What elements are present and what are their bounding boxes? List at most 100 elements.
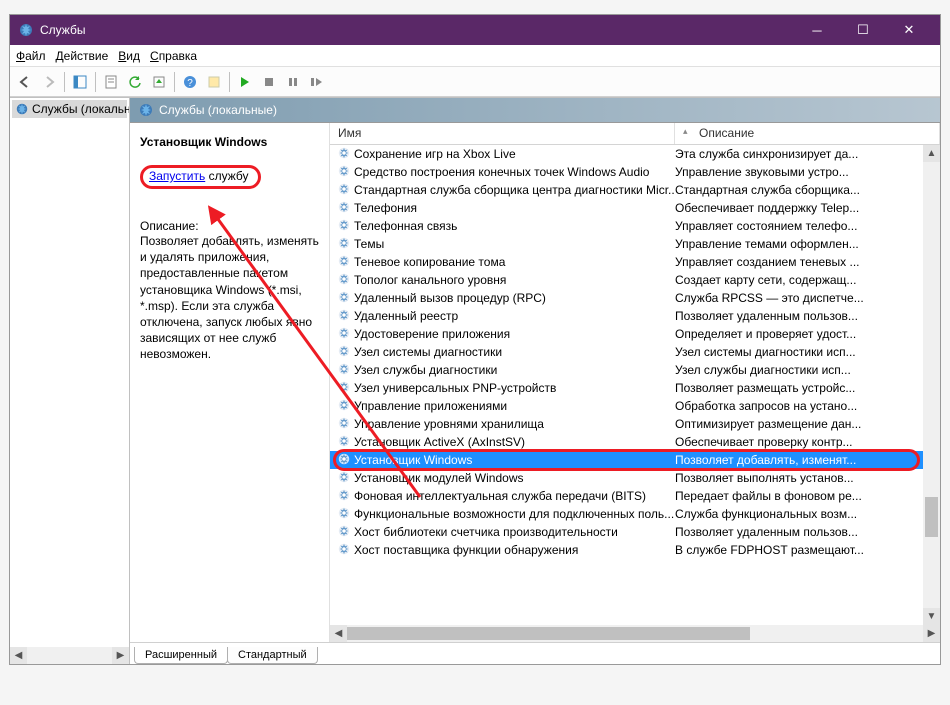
service-row[interactable]: Удаленный вызов процедур (RPC)Служба RPC… xyxy=(330,289,940,307)
tree-hscroll[interactable]: ◀ ▶ xyxy=(10,647,129,664)
service-row[interactable]: Управление приложениямиОбработка запросо… xyxy=(330,397,940,415)
tab-standard[interactable]: Стандартный xyxy=(227,647,318,664)
service-description: Эта служба синхронизирует да... xyxy=(675,147,940,161)
service-row[interactable]: Телефонная связьУправляет состоянием тел… xyxy=(330,217,940,235)
highlight-start-link: Запустить службу xyxy=(140,165,261,189)
gear-icon xyxy=(337,452,351,469)
scroll-right-icon[interactable]: ▶ xyxy=(923,625,940,642)
service-description: Позволяет выполнять установ... xyxy=(675,471,940,485)
start-service-button[interactable] xyxy=(234,71,256,93)
service-description: Стандартная служба сборщика... xyxy=(675,183,940,197)
service-name: Теневое копирование тома xyxy=(354,255,505,269)
menu-view[interactable]: Вид xyxy=(118,49,140,63)
vscroll-thumb[interactable] xyxy=(925,497,938,537)
description-label: Описание: xyxy=(140,219,319,233)
service-row[interactable]: Узел универсальных PNP-устройствПозволяе… xyxy=(330,379,940,397)
gear-icon xyxy=(337,506,351,523)
start-service-link[interactable]: Запустить xyxy=(149,169,205,183)
service-description: В службе FDPHOST размещают... xyxy=(675,543,940,557)
view-tabs: Расширенный Стандартный xyxy=(130,642,940,664)
export-button[interactable] xyxy=(148,71,170,93)
service-row[interactable]: Установщик WindowsПозволяет добавлять, и… xyxy=(330,451,940,469)
scroll-right-icon[interactable]: ▶ xyxy=(112,647,129,664)
sort-indicator-icon: ▴ xyxy=(675,123,691,144)
refresh-button[interactable] xyxy=(124,71,146,93)
tree-node-services-local[interactable]: Службы (локальные) xyxy=(12,100,127,118)
service-row[interactable]: Хост библиотеки счетчика производительно… xyxy=(330,523,940,541)
services-icon xyxy=(138,102,154,118)
scroll-left-icon[interactable]: ◀ xyxy=(10,647,27,664)
column-name[interactable]: Имя xyxy=(330,123,675,144)
service-row[interactable]: ТелефонияОбеспечивает поддержку Telep... xyxy=(330,199,940,217)
service-name: Узел службы диагностики xyxy=(354,363,497,377)
properties-button[interactable] xyxy=(100,71,122,93)
svg-text:?: ? xyxy=(187,78,193,89)
service-row[interactable]: Хост поставщика функции обнаруженияВ слу… xyxy=(330,541,940,559)
gear-icon xyxy=(337,524,351,541)
service-row[interactable]: Удостоверение приложенияОпределяет и про… xyxy=(330,325,940,343)
service-description: Оптимизирует размещение дан... xyxy=(675,417,940,431)
service-description: Управляет созданием теневых ... xyxy=(675,255,940,269)
gear-icon xyxy=(337,488,351,505)
service-row[interactable]: Функциональные возможности для подключен… xyxy=(330,505,940,523)
service-description: Управляет состоянием телефо... xyxy=(675,219,940,233)
menu-file[interactable]: Файл xyxy=(16,49,46,63)
service-description: Создает карту сети, содержащ... xyxy=(675,273,940,287)
service-description: Служба функциональных возм... xyxy=(675,507,940,521)
menu-help[interactable]: Справка xyxy=(150,49,197,63)
restart-service-button[interactable] xyxy=(306,71,328,93)
service-name: Темы xyxy=(354,237,384,251)
gear-icon xyxy=(337,236,351,253)
gear-icon xyxy=(337,434,351,451)
show-hide-tree-button[interactable] xyxy=(69,71,91,93)
gear-icon xyxy=(337,326,351,343)
service-row[interactable]: Сохранение игр на Xbox LiveЭта служба си… xyxy=(330,145,940,163)
pane-header-title: Службы (локальные) xyxy=(159,103,277,117)
help-button[interactable]: ? xyxy=(179,71,201,93)
service-name: Удостоверение приложения xyxy=(354,327,510,341)
list-hscroll[interactable]: ◀ ▶ xyxy=(330,625,940,642)
service-name: Средство построения конечных точек Windo… xyxy=(354,165,649,179)
menu-action[interactable]: Действие xyxy=(56,49,109,63)
list-vscroll[interactable]: ▲ ▼ xyxy=(923,145,940,625)
close-button[interactable]: ✕ xyxy=(886,15,932,45)
tab-extended[interactable]: Расширенный xyxy=(134,647,228,664)
column-description[interactable]: Описание xyxy=(691,123,940,144)
service-description: Обработка запросов на устано... xyxy=(675,399,940,413)
scroll-left-icon[interactable]: ◀ xyxy=(330,625,347,642)
service-row[interactable]: Тополог канального уровняСоздает карту с… xyxy=(330,271,940,289)
toolbar: ? xyxy=(10,67,940,97)
hscroll-thumb[interactable] xyxy=(347,627,750,640)
pause-service-button[interactable] xyxy=(282,71,304,93)
scroll-up-icon[interactable]: ▲ xyxy=(923,145,940,162)
gear-icon xyxy=(337,164,351,181)
scroll-down-icon[interactable]: ▼ xyxy=(923,608,940,625)
gear-icon xyxy=(337,542,351,559)
service-row[interactable]: Узел службы диагностикиУзел службы диагн… xyxy=(330,361,940,379)
service-row[interactable]: Стандартная служба сборщика центра диагн… xyxy=(330,181,940,199)
gear-icon xyxy=(337,398,351,415)
minimize-button[interactable]: ─ xyxy=(794,15,840,45)
service-row[interactable]: Управление уровнями хранилищаОптимизируе… xyxy=(330,415,940,433)
service-row[interactable]: Фоновая интеллектуальная служба передачи… xyxy=(330,487,940,505)
stop-service-button[interactable] xyxy=(258,71,280,93)
service-row[interactable]: Установщик модулей WindowsПозволяет выпо… xyxy=(330,469,940,487)
service-row[interactable]: Теневое копирование тома Управляет создан… xyxy=(330,253,940,271)
forward-button[interactable] xyxy=(38,71,60,93)
maximize-button[interactable]: ☐ xyxy=(840,15,886,45)
service-name: Стандартная служба сборщика центра диагн… xyxy=(354,183,675,197)
service-description: Обеспечивает поддержку Telep... xyxy=(675,201,940,215)
gear-icon xyxy=(337,380,351,397)
service-row[interactable]: ТемыУправление темами оформлен... xyxy=(330,235,940,253)
service-row[interactable]: Узел системы диагностикиУзел системы диа… xyxy=(330,343,940,361)
service-name: Удаленный вызов процедур (RPC) xyxy=(354,291,546,305)
gear-icon xyxy=(337,470,351,487)
service-row[interactable]: Средство построения конечных точек Windo… xyxy=(330,163,940,181)
gear-icon xyxy=(337,290,351,307)
service-description: Позволяет размещать устройс... xyxy=(675,381,940,395)
back-button[interactable] xyxy=(14,71,36,93)
help-topics-button[interactable] xyxy=(203,71,225,93)
service-row[interactable]: Установщик ActiveX (AxInstSV)Обеспечивае… xyxy=(330,433,940,451)
service-row[interactable]: Удаленный реестрПозволяет удаленным поль… xyxy=(330,307,940,325)
window-title: Службы xyxy=(40,23,794,37)
